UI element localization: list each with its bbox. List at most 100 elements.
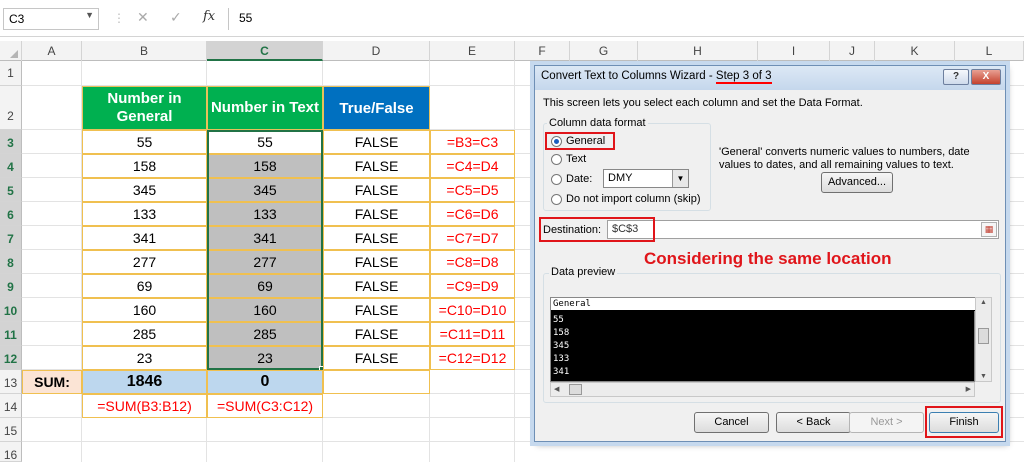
select-all-button[interactable]	[0, 41, 22, 61]
scroll-thumb[interactable]	[978, 328, 989, 344]
row-header-14[interactable]: 14	[0, 394, 22, 418]
sum-formula-b[interactable]: =SUM(B3:B12)	[82, 394, 207, 418]
dialog-title: Convert Text to Columns Wizard -	[541, 70, 716, 82]
cell-e5[interactable]: =C5=D5	[430, 178, 515, 202]
scroll-down-icon[interactable]: ▼	[980, 373, 987, 380]
chevron-down-icon[interactable]: ▼	[85, 10, 94, 20]
cell-d3[interactable]: FALSE	[323, 130, 430, 154]
preview-vertical-scrollbar[interactable]: ▲ ▼	[975, 297, 992, 382]
cell-d5[interactable]: FALSE	[323, 178, 430, 202]
row-header-7[interactable]: 7	[0, 226, 22, 250]
row-header-8[interactable]: 8	[0, 250, 22, 274]
row-header-10[interactable]: 10	[0, 298, 22, 322]
destination-input[interactable]: $C$3 ▦	[607, 220, 999, 239]
column-header-c[interactable]: C	[207, 41, 323, 61]
cell-b8[interactable]: 277	[82, 250, 207, 274]
header-number-in-general[interactable]: Number in General	[82, 86, 207, 130]
formula-input[interactable]: 55	[228, 8, 1024, 30]
cell-d12[interactable]: FALSE	[323, 346, 430, 370]
cell-d8[interactable]: FALSE	[323, 250, 430, 274]
row-header-4[interactable]: 4	[0, 154, 22, 178]
cell-e3[interactable]: =B3=C3	[430, 130, 515, 154]
cell-e6[interactable]: =C6=D6	[430, 202, 515, 226]
dialog-title-bar[interactable]: Convert Text to Columns Wizard - Step 3 …	[535, 66, 1005, 90]
header-number-in-text[interactable]: Number in Text	[207, 86, 323, 130]
row-header-1[interactable]: 1	[0, 61, 22, 86]
cancel-button[interactable]: Cancel	[694, 412, 769, 433]
column-header-d[interactable]: D	[323, 41, 430, 61]
preview-column-header[interactable]: General	[551, 298, 976, 311]
cell-e4[interactable]: =C4=D4	[430, 154, 515, 178]
cell-e9[interactable]: =C9=D9	[430, 274, 515, 298]
row-header-9[interactable]: 9	[0, 274, 22, 298]
cell-d6[interactable]: FALSE	[323, 202, 430, 226]
sum-b[interactable]: 1846	[82, 370, 207, 394]
cell-d11[interactable]: FALSE	[323, 322, 430, 346]
column-header-a[interactable]: A	[22, 41, 82, 61]
cell-d4[interactable]: FALSE	[323, 154, 430, 178]
header-true-false[interactable]: True/False	[323, 86, 430, 130]
sum-c[interactable]: 0	[207, 370, 323, 394]
row-header-11[interactable]: 11	[0, 322, 22, 346]
enter-icon[interactable]: ✓	[170, 9, 182, 26]
row-header-12[interactable]: 12	[0, 346, 22, 370]
row-header-16[interactable]: 16	[0, 442, 22, 462]
column-header-j[interactable]: J	[830, 41, 875, 61]
row-header-3[interactable]: 3	[0, 130, 22, 154]
cell-b9[interactable]: 69	[82, 274, 207, 298]
radio-date[interactable]: Date:	[551, 173, 592, 185]
cell-e8[interactable]: =C8=D8	[430, 250, 515, 274]
insert-function-icon[interactable]: fx	[203, 9, 215, 24]
cell-b12[interactable]: 23	[82, 346, 207, 370]
cell-e12[interactable]: =C12=D12	[430, 346, 515, 370]
next-button[interactable]: Next >	[849, 412, 924, 433]
date-format-select[interactable]: DMY ▼	[603, 169, 689, 188]
scroll-right-icon[interactable]: ▶	[966, 385, 971, 393]
cell-b11[interactable]: 285	[82, 322, 207, 346]
column-header-h[interactable]: H	[638, 41, 758, 61]
data-preview[interactable]: General 55 158 345 133 341	[550, 297, 976, 382]
cell-b5[interactable]: 345	[82, 178, 207, 202]
row-header-6[interactable]: 6	[0, 202, 22, 226]
destination-highlight-box	[539, 217, 655, 242]
column-header-i[interactable]: I	[758, 41, 830, 61]
radio-text[interactable]: Text	[551, 153, 586, 165]
radio-skip[interactable]: Do not import column (skip)	[551, 193, 701, 205]
cell-b3[interactable]: 55	[82, 130, 207, 154]
row-header-13[interactable]: 13	[0, 370, 22, 394]
help-button[interactable]: ?	[943, 69, 969, 85]
row-header-5[interactable]: 5	[0, 178, 22, 202]
cell-b6[interactable]: 133	[82, 202, 207, 226]
scroll-thumb[interactable]	[569, 384, 582, 395]
cell-b7[interactable]: 341	[82, 226, 207, 250]
range-picker-icon[interactable]: ▦	[981, 222, 997, 237]
column-header-b[interactable]: B	[82, 41, 207, 61]
preview-horizontal-scrollbar[interactable]: ◀ ▶	[550, 382, 975, 397]
cell-b10[interactable]: 160	[82, 298, 207, 322]
cell-d10[interactable]: FALSE	[323, 298, 430, 322]
cell-e11[interactable]: =C11=D11	[430, 322, 515, 346]
cancel-icon[interactable]: ✕	[137, 9, 149, 26]
sum-label[interactable]: SUM:	[22, 370, 82, 394]
column-header-g[interactable]: G	[570, 41, 638, 61]
column-header-k[interactable]: K	[875, 41, 955, 61]
row-header-15[interactable]: 15	[0, 418, 22, 442]
column-header-e[interactable]: E	[430, 41, 515, 61]
cell-e7[interactable]: =C7=D7	[430, 226, 515, 250]
scroll-up-icon[interactable]: ▲	[980, 299, 987, 306]
close-button[interactable]: X	[971, 69, 1001, 85]
cell-e10[interactable]: =C10=D10	[430, 298, 515, 322]
cell-d7[interactable]: FALSE	[323, 226, 430, 250]
back-button[interactable]: < Back	[776, 412, 851, 433]
cell-d13[interactable]	[323, 370, 430, 394]
sum-formula-c[interactable]: =SUM(C3:C12)	[207, 394, 323, 418]
chevron-down-icon[interactable]: ▼	[672, 170, 688, 187]
scroll-left-icon[interactable]: ◀	[554, 385, 559, 393]
column-header-f[interactable]: F	[515, 41, 570, 61]
advanced-button[interactable]: Advanced...	[821, 172, 893, 193]
name-box[interactable]: C3 ▼	[3, 8, 99, 30]
cell-d9[interactable]: FALSE	[323, 274, 430, 298]
column-header-l[interactable]: L	[955, 41, 1024, 61]
row-header-2[interactable]: 2	[0, 86, 22, 130]
cell-b4[interactable]: 158	[82, 154, 207, 178]
